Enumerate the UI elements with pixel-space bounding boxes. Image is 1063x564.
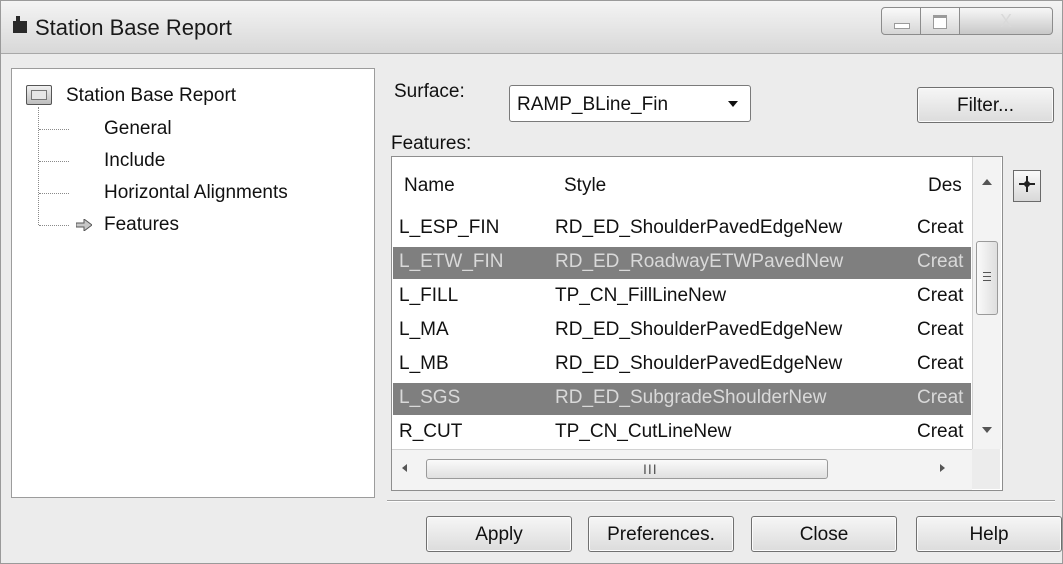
scroll-right-icon[interactable] [940,464,945,472]
current-arrow-icon [76,219,92,231]
add-feature-button[interactable] [1013,170,1041,202]
feature-description: Creat [917,319,964,340]
feature-style: RD_ED_ShoulderPavedEdgeNew [555,319,843,340]
minimize-icon [894,23,910,29]
tree-connector [39,225,69,226]
tree-item-include[interactable]: Include [104,150,165,172]
tree-connector [39,161,69,162]
tree-item-horizontal-alignments[interactable]: Horizontal Alignments [104,182,288,204]
tree-connector [38,107,39,225]
report-folder-icon [26,85,52,105]
features-label: Features: [391,133,472,154]
feature-name: L_ESP_FIN [399,217,500,238]
table-row[interactable]: L_SGS RD_ED_SubgradeShoulderNew Creat [393,383,971,415]
divider [387,500,1055,502]
table-row[interactable]: L_ETW_FIN RD_ED_RoadwayETWPavedNew Creat [393,247,971,279]
surface-value: RAMP_BLine_Fin [517,94,669,115]
features-list[interactable]: Name Style Des L_ESP_FIN RD_ED_ShoulderP… [391,156,1003,491]
filter-button[interactable]: Filter... [917,87,1054,123]
help-button[interactable]: Help [916,516,1062,552]
feature-name: L_FILL [399,285,459,306]
minimize-button[interactable] [881,7,921,35]
feature-style: RD_ED_ShoulderPavedEdgeNew [555,217,843,238]
column-header-name[interactable]: Name [404,175,455,197]
feature-description: Creat [917,387,964,408]
crosshair-icon [1024,181,1030,187]
table-row[interactable]: L_MA RD_ED_ShoulderPavedEdgeNew Creat [393,315,971,347]
feature-style: RD_ED_SubgradeShoulderNew [555,387,827,408]
close-icon: X [999,11,1012,31]
maximize-button[interactable] [920,7,960,35]
tree-item-features[interactable]: Features [104,214,179,236]
horizontal-scroll-thumb[interactable]: III [426,459,828,479]
tree-item-general[interactable]: General [104,118,172,140]
feature-description: Creat [917,353,964,374]
feature-style: RD_ED_ShoulderPavedEdgeNew [555,353,843,374]
scrollbar-corner [972,449,1000,489]
feature-name: L_MA [399,319,449,340]
column-header-style[interactable]: Style [564,175,606,197]
close-window-button[interactable]: X [959,7,1053,35]
vertical-scrollbar[interactable] [972,157,1001,449]
table-row[interactable]: L_FILL TP_CN_FillLineNew Creat [393,281,971,313]
feature-style: RD_ED_RoadwayETWPavedNew [555,251,844,272]
table-row[interactable]: L_MB RD_ED_ShoulderPavedEdgeNew Creat [393,349,971,381]
feature-description: Creat [917,421,964,442]
station-base-report-window: Station Base Report X Station Base Repor… [0,0,1063,564]
scroll-up-icon[interactable] [982,179,992,185]
column-header-description[interactable]: Des [928,175,962,197]
close-button[interactable]: Close [751,516,897,552]
report-tree: Station Base Report General Include Hori… [11,68,375,498]
feature-style: TP_CN_FillLineNew [555,285,727,306]
grip-line [983,280,991,281]
scroll-grip: III [643,461,658,477]
feature-name: L_SGS [399,387,461,408]
table-row[interactable]: R_CUT TP_CN_CutLineNew Creat [393,417,971,449]
title-bar[interactable]: Station Base Report X [1,1,1062,54]
scroll-left-icon[interactable] [402,464,407,472]
feature-name: R_CUT [399,421,463,442]
window-title: Station Base Report [35,15,232,40]
feature-style: TP_CN_CutLineNew [555,421,732,442]
preferences-button[interactable]: Preferences. [588,516,734,552]
vertical-scroll-thumb[interactable] [976,241,998,315]
tree-connector [39,193,69,194]
horizontal-scrollbar[interactable]: III [392,449,972,490]
apply-button[interactable]: Apply [426,516,572,552]
feature-description: Creat [917,251,964,272]
feature-name: L_ETW_FIN [399,251,504,272]
feature-name: L_MB [399,353,449,374]
feature-description: Creat [917,285,964,306]
chevron-down-icon [728,101,738,107]
app-icon [13,16,27,33]
tree-root-station-base-report[interactable]: Station Base Report [66,85,236,107]
tree-connector [39,129,69,130]
feature-description: Creat [917,217,964,238]
table-row[interactable]: L_ESP_FIN RD_ED_ShoulderPavedEdgeNew Cre… [393,213,971,245]
surface-dropdown[interactable]: RAMP_BLine_Fin [509,85,751,122]
maximize-icon [933,15,947,29]
grip-line [983,276,991,277]
grip-line [983,272,991,273]
scroll-down-icon[interactable] [982,427,992,433]
surface-label: Surface: [394,81,465,102]
